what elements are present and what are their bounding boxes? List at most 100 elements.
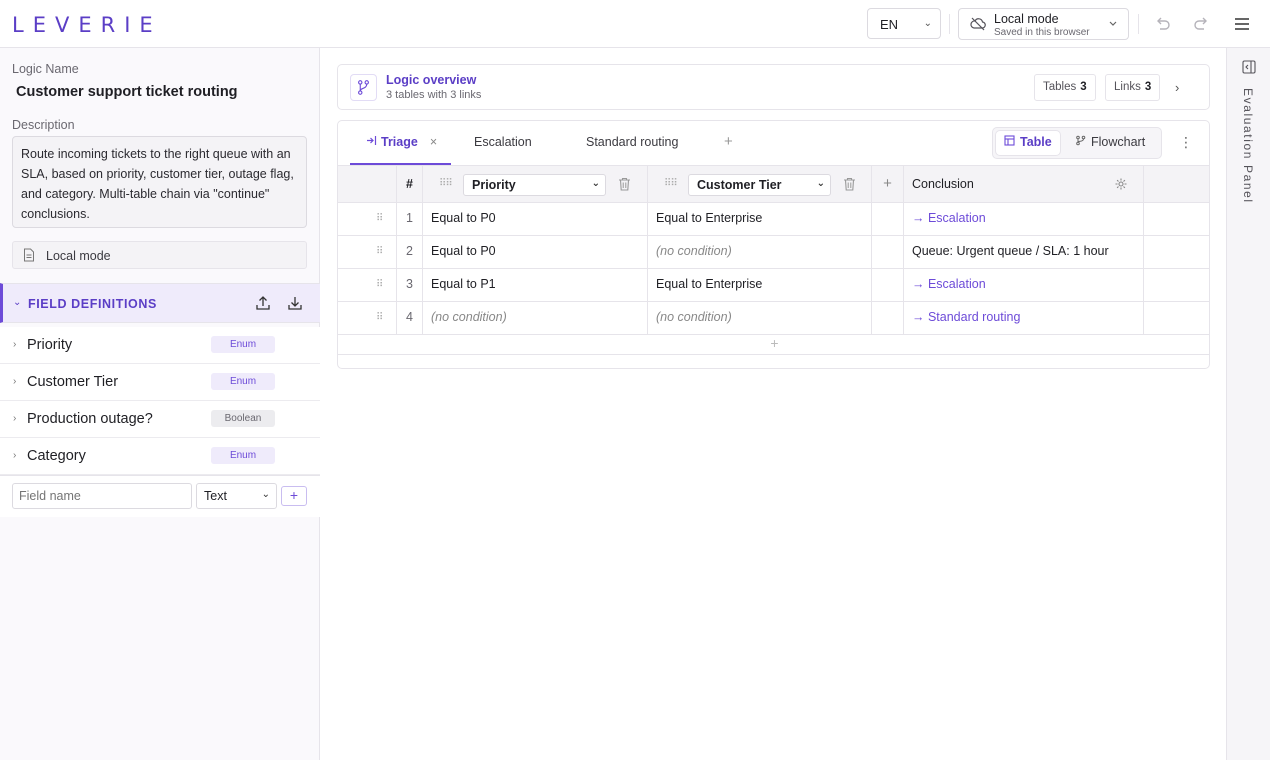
field-type-badge: Enum bbox=[211, 336, 275, 353]
condition-cell[interactable]: (no condition) bbox=[648, 236, 872, 268]
condition-cell[interactable]: Equal to Enterprise bbox=[648, 203, 872, 235]
chevron-down-icon: ⌄ bbox=[816, 178, 825, 189]
condition-cell[interactable]: Equal to P0 bbox=[423, 236, 648, 268]
field-item-priority[interactable]: › Priority Enum bbox=[0, 327, 320, 364]
conclusion-cell[interactable]: Queue: Urgent queue / SLA: 1 hour bbox=[904, 236, 1144, 268]
tab-standard-routing[interactable]: Standard routing bbox=[586, 121, 678, 165]
download-icon[interactable] bbox=[287, 295, 303, 311]
language-select[interactable]: EN ⌄ bbox=[867, 8, 941, 39]
tab-label: Escalation bbox=[474, 135, 532, 149]
condition-cell[interactable]: Equal to P0 bbox=[423, 203, 648, 235]
chevron-right-icon[interactable]: › bbox=[1175, 80, 1179, 95]
field-item-customer-tier[interactable]: › Customer Tier Enum bbox=[0, 364, 320, 401]
panel-toggle-icon[interactable] bbox=[1242, 60, 1256, 74]
column-field-select[interactable]: Customer Tier ⌄ bbox=[688, 174, 831, 196]
local-mode-indicator: Local mode bbox=[12, 241, 307, 269]
chevron-right-icon: › bbox=[13, 339, 17, 350]
row-handle-cell bbox=[338, 269, 397, 301]
divider bbox=[1138, 14, 1139, 34]
gear-icon[interactable] bbox=[1114, 177, 1128, 191]
field-type-badge: Enum bbox=[211, 373, 275, 390]
row-handle-cell bbox=[338, 203, 397, 235]
app-logo[interactable]: LEVERIE bbox=[12, 13, 162, 37]
conclusion-cell[interactable]: → Standard routing bbox=[904, 302, 1144, 334]
cloud-off-icon bbox=[970, 17, 986, 31]
row-number-header: # bbox=[397, 166, 423, 202]
top-bar: LEVERIE EN ⌄ Local mode Saved in this br… bbox=[0, 0, 1270, 48]
add-field-button[interactable]: + bbox=[281, 486, 307, 506]
drag-handle-icon[interactable]: ⠿⠿ bbox=[664, 178, 678, 189]
tables-count: 3 bbox=[1080, 81, 1087, 93]
document-icon bbox=[24, 248, 34, 262]
table-row[interactable]: ⠿ 2 Equal to P0 (no condition) Queue: Ur… bbox=[338, 236, 1209, 269]
decision-table-card: Triage × Escalation Standard routing + Ta… bbox=[337, 120, 1210, 369]
table-view-button[interactable]: Table bbox=[996, 131, 1060, 155]
field-name-input[interactable] bbox=[12, 483, 192, 509]
trash-icon[interactable] bbox=[843, 177, 856, 191]
field-item-production-outage[interactable]: › Production outage? Boolean bbox=[0, 401, 320, 438]
tab-escalation[interactable]: Escalation bbox=[474, 121, 532, 165]
language-value: EN bbox=[880, 17, 899, 32]
field-type-badge: Enum bbox=[211, 447, 275, 464]
evaluation-panel-label: Evaluation Panel bbox=[1241, 88, 1255, 204]
conclusion-cell[interactable]: → Escalation bbox=[904, 203, 1144, 235]
tab-triage[interactable]: Triage × bbox=[350, 121, 451, 165]
mode-subtitle: Saved in this browser bbox=[994, 27, 1090, 38]
logic-name-field[interactable]: Customer support ticket routing bbox=[16, 84, 238, 100]
more-options-icon[interactable]: ⋮ bbox=[1179, 134, 1193, 151]
conclusion-header-label: Conclusion bbox=[912, 177, 974, 191]
condition-cell[interactable]: (no condition) bbox=[423, 302, 648, 334]
description-field[interactable]: Route incoming tickets to the right queu… bbox=[12, 136, 307, 228]
tab-label: Standard routing bbox=[586, 135, 679, 149]
links-label: Links bbox=[1114, 81, 1141, 93]
row-number: 1 bbox=[397, 203, 423, 235]
chevron-down-icon: ⌄ bbox=[591, 178, 600, 189]
chevron-down-icon bbox=[1109, 21, 1117, 26]
conclusion-header: Conclusion bbox=[904, 166, 1144, 202]
flowchart-view-button[interactable]: Flowchart bbox=[1067, 131, 1153, 155]
add-row-button[interactable]: + bbox=[338, 335, 1209, 355]
upload-icon[interactable] bbox=[255, 295, 271, 311]
table-row[interactable]: ⠿ 3 Equal to P1 Equal to Enterprise → Es… bbox=[338, 269, 1209, 302]
field-type-badge: Boolean bbox=[211, 410, 275, 427]
field-name: Production outage? bbox=[27, 411, 153, 427]
empty-cell bbox=[872, 236, 904, 268]
table-view-label: Table bbox=[1020, 135, 1052, 149]
storage-mode-select[interactable]: Local mode Saved in this browser bbox=[958, 8, 1129, 40]
table-icon bbox=[1004, 135, 1015, 146]
field-type-select[interactable]: Text ⌄ bbox=[196, 483, 277, 509]
row-handle-cell bbox=[338, 236, 397, 268]
tab-label: Triage bbox=[381, 135, 418, 149]
column-field-select[interactable]: Priority ⌄ bbox=[463, 174, 606, 196]
logic-overview-bar[interactable]: Logic overview 3 tables with 3 links Tab… bbox=[337, 64, 1210, 110]
evaluation-panel-rail[interactable]: Evaluation Panel bbox=[1226, 48, 1270, 760]
menu-icon[interactable] bbox=[1232, 14, 1252, 34]
branch-icon bbox=[350, 74, 377, 101]
drag-handle-icon[interactable]: ⠿⠿ bbox=[439, 178, 453, 189]
condition-cell[interactable]: Equal to P1 bbox=[423, 269, 648, 301]
table-row[interactable]: ⠿ 1 Equal to P0 Equal to Enterprise → Es… bbox=[338, 203, 1209, 236]
field-definitions-header[interactable]: ⌄ FIELD DEFINITIONS bbox=[0, 283, 320, 323]
condition-cell[interactable]: (no condition) bbox=[648, 302, 872, 334]
trash-icon[interactable] bbox=[618, 177, 631, 191]
flowchart-view-label: Flowchart bbox=[1091, 135, 1146, 149]
local-mode-label: Local mode bbox=[46, 249, 111, 263]
close-icon[interactable]: × bbox=[430, 135, 437, 149]
field-type-value: Text bbox=[204, 489, 227, 503]
field-item-category[interactable]: › Category Enum bbox=[0, 438, 320, 475]
chevron-down-icon: ⌄ bbox=[261, 489, 270, 500]
main-area: Logic overview 3 tables with 3 links Tab… bbox=[321, 48, 1225, 760]
condition-cell[interactable]: Equal to Enterprise bbox=[648, 269, 872, 301]
conclusion-cell[interactable]: → Escalation bbox=[904, 269, 1144, 301]
row-number: 4 bbox=[397, 302, 423, 334]
add-tab-button[interactable]: + bbox=[724, 133, 733, 150]
chevron-down-icon: ⌄ bbox=[923, 18, 932, 29]
undo-icon[interactable] bbox=[1152, 14, 1172, 34]
add-column-button[interactable]: + bbox=[872, 166, 904, 202]
chevron-right-icon: › bbox=[13, 450, 17, 461]
table-row[interactable]: ⠿ 4 (no condition) (no condition) → Stan… bbox=[338, 302, 1209, 335]
column-field-value: Customer Tier bbox=[697, 178, 782, 192]
view-toggle: Table Flowchart bbox=[992, 127, 1162, 159]
redo-icon[interactable] bbox=[1192, 14, 1212, 34]
column-header-customer-tier: ⠿⠿ Customer Tier ⌄ bbox=[648, 166, 872, 202]
